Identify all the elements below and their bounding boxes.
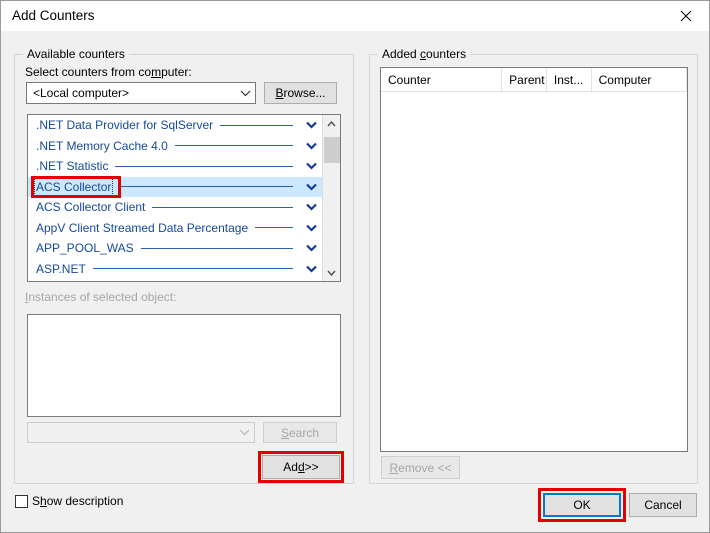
added-counters-column-header[interactable]: Inst... (547, 68, 592, 91)
show-description-label: Show description (32, 494, 124, 508)
counter-list-item-label: ACS Collector (33, 177, 114, 196)
added-counters-body[interactable] (381, 92, 687, 451)
available-counters-list[interactable]: .NET Data Provider for SqlServer .NET Mem… (27, 114, 341, 282)
chevron-down-icon[interactable] (300, 162, 322, 170)
instance-search-combo[interactable] (27, 422, 255, 443)
counter-list-item-label: APP_POOL_WAS (36, 241, 134, 256)
counter-list-item[interactable]: .NET Statistic (28, 156, 322, 177)
counter-item-rule (174, 145, 293, 147)
chevron-down-icon[interactable] (300, 121, 322, 129)
added-counters-table[interactable]: Counter Parent Inst... Computer (380, 67, 688, 452)
chevron-down-glyph (239, 429, 249, 436)
checkbox-box (15, 494, 28, 508)
add-button[interactable]: Ad d >> (262, 455, 340, 479)
instances-label: Instances of selected object: (25, 290, 177, 304)
chevron-down-icon[interactable] (300, 265, 322, 273)
counter-item-rule (220, 124, 293, 126)
available-counters-title: Available counters (23, 47, 129, 61)
counter-list-item-label: .NET Data Provider for SqlServer (36, 118, 214, 133)
added-counters-column-header[interactable]: Parent (502, 68, 547, 91)
counter-list-item[interactable]: ACS Collector (28, 176, 322, 197)
chevron-down-glyph (305, 162, 317, 170)
chevron-down-glyph (240, 90, 250, 96)
counter-list-item[interactable]: ACS Collector Client (28, 197, 322, 218)
browse-button[interactable]: Browse... (264, 82, 337, 104)
instances-list[interactable] (27, 314, 341, 417)
select-counters-label: Select counters from computer: (25, 65, 192, 79)
counter-list-item[interactable]: .NET Memory Cache 4.0 (28, 136, 322, 157)
chevron-down-glyph (305, 142, 317, 150)
counter-list-item-label: .NET Statistic (36, 159, 109, 174)
counter-list-item-label: ASP.NET (36, 261, 86, 276)
chevron-down-icon (235, 90, 255, 97)
counter-item-rule (115, 165, 293, 167)
scrollbar-thumb[interactable] (324, 137, 340, 163)
counter-list-item-label: AppV Client Streamed Data Percentage (36, 220, 249, 235)
counter-list-item-label: .NET Memory Cache 4.0 (36, 138, 168, 153)
chevron-down-icon[interactable] (300, 142, 322, 150)
search-button[interactable]: Search (263, 422, 337, 443)
counter-list-item[interactable]: APP_POOL_WAS (28, 238, 322, 259)
scroll-down-icon[interactable] (323, 264, 340, 281)
ok-button[interactable]: OK (543, 493, 621, 517)
added-counters-title: Added counters (378, 47, 471, 61)
counter-list-item[interactable]: ASP.NET (28, 259, 322, 280)
computer-select-value: <Local computer> (33, 86, 130, 100)
chevron-down-icon[interactable] (300, 203, 322, 211)
remove-button[interactable]: Remove << (381, 456, 460, 479)
chevron-down-glyph (305, 265, 317, 273)
counter-item-rule (92, 268, 293, 270)
chevron-down-glyph (305, 244, 317, 252)
counter-item-rule (255, 227, 293, 229)
counter-list-item-label: ACS Collector Client (36, 200, 146, 215)
counter-item-rule (140, 247, 293, 249)
counter-list-rows: .NET Data Provider for SqlServer .NET Mem… (28, 115, 322, 281)
show-description-checkbox[interactable]: Show description (15, 494, 123, 508)
counter-list-scrollbar[interactable] (322, 115, 340, 281)
counter-item-rule (152, 206, 293, 208)
cancel-button[interactable]: Cancel (629, 493, 697, 517)
window-title: Add Counters (12, 8, 95, 23)
scroll-up-icon[interactable] (323, 115, 340, 132)
added-counters-header: Counter Parent Inst... Computer (381, 68, 687, 92)
close-icon[interactable] (663, 1, 709, 30)
chevron-down-icon (234, 429, 254, 436)
chevron-down-icon[interactable] (300, 183, 322, 191)
chevron-down-icon[interactable] (300, 224, 322, 232)
chevron-down-glyph (305, 121, 317, 129)
added-counters-column-header[interactable]: Counter (381, 68, 503, 91)
chevron-up-glyph (327, 120, 336, 126)
title-bar: Add Counters (1, 1, 709, 31)
counter-list-item[interactable]: .NET Data Provider for SqlServer (28, 115, 322, 136)
added-counters-column-header[interactable]: Computer (592, 68, 687, 91)
chevron-down-glyph (327, 270, 336, 276)
add-counters-dialog: Add Counters Available counters Select c… (0, 0, 710, 533)
chevron-down-glyph (305, 183, 317, 191)
counter-item-rule (118, 186, 293, 188)
counter-list-item[interactable]: AppV Client Streamed Data Percentage (28, 218, 322, 239)
chevron-down-glyph (305, 224, 317, 232)
instances-label-rest: nstances of selected object: (28, 290, 177, 304)
chevron-down-glyph (305, 203, 317, 211)
close-icon-glyph (680, 10, 692, 21)
computer-select-combo[interactable]: <Local computer> (26, 82, 256, 104)
chevron-down-icon[interactable] (300, 244, 322, 252)
